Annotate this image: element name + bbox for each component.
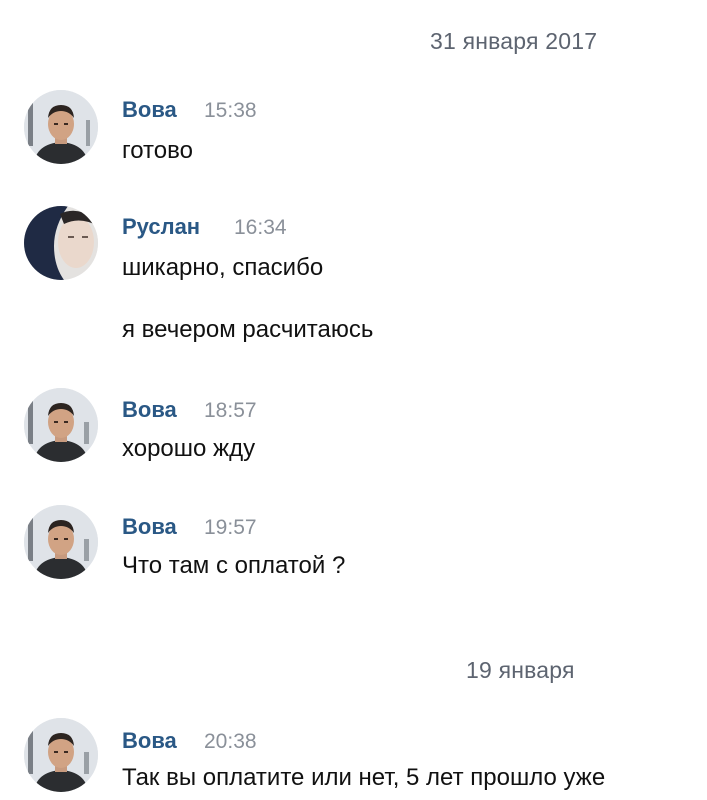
person-photo-icon — [24, 90, 98, 164]
vova-avatar[interactable] — [24, 505, 98, 579]
message-text: я вечером расчитаюсь — [122, 316, 374, 343]
message-author[interactable]: Вова — [122, 397, 177, 423]
message-time: 18:57 — [204, 399, 257, 422]
message-text: хорошо жду — [122, 435, 256, 462]
person-photo-icon — [24, 206, 98, 280]
person-photo-icon — [24, 718, 98, 792]
chat-history: 31 января 2017 Вова 15:38 готово Руслан … — [0, 0, 707, 800]
message-time: 20:38 — [204, 730, 257, 753]
message-author[interactable]: Вова — [122, 514, 177, 540]
vova-avatar[interactable] — [24, 388, 98, 462]
message-author[interactable]: Вова — [122, 97, 177, 123]
date-separator: 19 января — [466, 657, 575, 683]
message-time: 15:38 — [204, 99, 257, 122]
person-photo-icon — [24, 505, 98, 579]
date-separator: 31 января 2017 — [430, 28, 598, 54]
message-text: готово — [122, 137, 193, 164]
ruslan-avatar[interactable] — [24, 206, 98, 280]
vova-avatar[interactable] — [24, 90, 98, 164]
vova-avatar[interactable] — [24, 718, 98, 792]
message-text: Так вы оплатите или нет, 5 лет прошло уж… — [122, 764, 606, 791]
message-time: 19:57 — [204, 516, 257, 539]
message-time: 16:34 — [234, 216, 287, 239]
message-author[interactable]: Руслан — [122, 214, 200, 240]
message-text: шикарно, спасибо — [122, 254, 324, 281]
message-author[interactable]: Вова — [122, 728, 177, 754]
message-text: Что там с оплатой ? — [122, 552, 346, 579]
person-photo-icon — [24, 388, 98, 462]
